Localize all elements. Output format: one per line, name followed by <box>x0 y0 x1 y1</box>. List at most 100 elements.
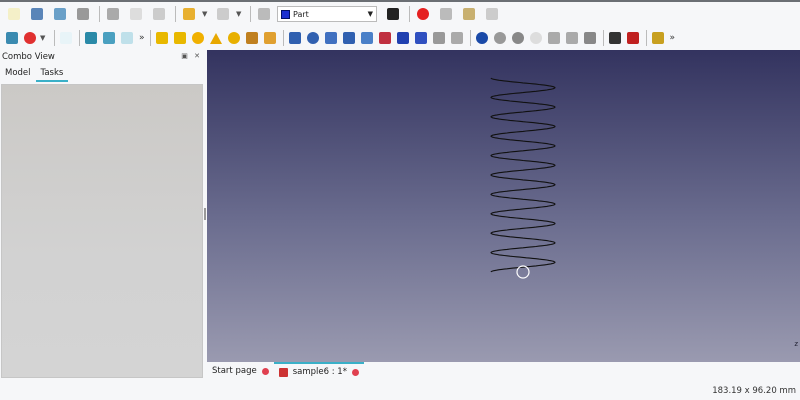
undo-button[interactable] <box>179 4 199 24</box>
boolean-button[interactable] <box>474 28 490 48</box>
compound-button[interactable] <box>564 28 580 48</box>
save-button[interactable] <box>50 4 70 24</box>
more-icon[interactable]: » <box>670 33 676 43</box>
part-cube-icon <box>281 9 290 19</box>
shape-builder-icon <box>263 32 276 44</box>
fuse-icon <box>511 32 524 44</box>
paste-button[interactable] <box>149 4 169 24</box>
helix-endpoint-marker[interactable] <box>516 265 530 279</box>
check-geometry-button[interactable] <box>607 28 623 48</box>
ruled-surface-icon <box>396 32 409 44</box>
defeaturing-button[interactable] <box>625 28 641 48</box>
section-button[interactable] <box>449 28 465 48</box>
new-document-button[interactable] <box>4 4 24 24</box>
cone-button[interactable] <box>208 28 224 48</box>
measure-button[interactable] <box>650 28 666 48</box>
fuse-button[interactable] <box>510 28 526 48</box>
macros-button[interactable] <box>459 4 479 24</box>
loft-button[interactable] <box>413 28 429 48</box>
refresh-button[interactable] <box>254 4 274 24</box>
section-icon <box>450 32 463 44</box>
common-icon <box>529 32 542 44</box>
combo-tabs: Model Tasks <box>0 66 69 82</box>
cone-icon <box>209 32 222 44</box>
make-face-button[interactable] <box>377 28 393 48</box>
tab-tasks[interactable]: Tasks <box>35 66 69 82</box>
whats-this-button[interactable] <box>383 4 403 24</box>
combo-view-dock-buttons[interactable]: ▣ ✕ <box>181 52 202 60</box>
stop-macro-button[interactable] <box>436 4 456 24</box>
isometric-view-button[interactable] <box>58 28 74 48</box>
close-icon[interactable] <box>351 368 359 376</box>
cylinder-button[interactable] <box>172 28 188 48</box>
tab-model[interactable]: Model <box>0 66 36 82</box>
common-button[interactable] <box>528 28 544 48</box>
tab-sample6[interactable]: sample6 : 1* <box>273 362 364 380</box>
paste-icon <box>153 8 165 20</box>
primitives-button[interactable] <box>244 28 260 48</box>
open-icon <box>31 8 43 20</box>
status-dimensions: 183.19 x 96.20 mm <box>712 386 796 396</box>
dropdown-arrow-icon[interactable]: ▼ <box>40 34 48 42</box>
revolve-button[interactable] <box>305 28 321 48</box>
extrude-button[interactable] <box>287 28 303 48</box>
tasks-panel <box>1 84 203 378</box>
redo-button[interactable] <box>213 4 233 24</box>
boolean-icon <box>475 32 488 44</box>
primitives-icon <box>245 32 258 44</box>
record-macro-button[interactable] <box>413 4 433 24</box>
record-macro-icon <box>417 8 429 20</box>
torus-button[interactable] <box>226 28 242 48</box>
print-button[interactable] <box>73 4 93 24</box>
close-icon[interactable] <box>261 367 269 375</box>
chamfer-button[interactable] <box>359 28 375 48</box>
save-icon <box>54 8 66 20</box>
fillet-button[interactable] <box>341 28 357 48</box>
fit-all-button[interactable] <box>4 28 20 48</box>
new-document-icon <box>8 8 20 20</box>
right-view-button[interactable] <box>119 28 135 48</box>
section-cross-button[interactable] <box>546 28 562 48</box>
dropdown-arrow-icon[interactable]: ▼ <box>202 10 210 18</box>
toolbar-separator <box>282 30 284 46</box>
chamfer-icon <box>360 32 373 44</box>
box-icon <box>155 32 168 44</box>
toolbar-separator <box>250 6 251 22</box>
more-icon[interactable]: » <box>139 33 145 43</box>
run-macro-icon <box>486 8 498 20</box>
measure-icon <box>651 32 664 44</box>
toolbar-separator <box>469 30 471 46</box>
cut-button[interactable] <box>103 4 123 24</box>
copy-button[interactable] <box>126 4 146 24</box>
mirror-button[interactable] <box>323 28 339 48</box>
cut-shape-icon <box>493 32 506 44</box>
freecad-document-icon <box>278 367 288 377</box>
open-button[interactable] <box>27 4 47 24</box>
dropdown-arrow-icon[interactable]: ▼ <box>236 10 244 18</box>
helix-drawing <box>490 77 556 279</box>
top-view-button[interactable] <box>101 28 117 48</box>
box-button[interactable] <box>154 28 170 48</box>
splitter-handle[interactable] <box>204 208 206 220</box>
3d-viewport[interactable]: z <box>207 50 800 362</box>
refresh-icon <box>258 8 270 20</box>
run-macro-button[interactable] <box>482 4 502 24</box>
split-button[interactable] <box>582 28 598 48</box>
front-view-button[interactable] <box>83 28 99 48</box>
cut-shape-button[interactable] <box>492 28 508 48</box>
shape-builder-button[interactable] <box>262 28 278 48</box>
toolbar-separator <box>645 30 647 46</box>
main-toolbar: ▼ ▼ Part ▼ <box>0 2 505 26</box>
document-tabs: Start page sample6 : 1* <box>207 362 364 380</box>
fillet-icon <box>342 32 355 44</box>
helix-curve[interactable] <box>490 77 556 273</box>
sweep-icon <box>432 32 445 44</box>
sphere-button[interactable] <box>190 28 206 48</box>
print-icon <box>77 8 89 20</box>
copy-icon <box>130 8 142 20</box>
tab-start-page[interactable]: Start page <box>207 362 274 380</box>
sweep-button[interactable] <box>431 28 447 48</box>
ruled-surface-button[interactable] <box>395 28 411 48</box>
workbench-selector[interactable]: Part ▼ <box>277 6 377 22</box>
draw-style-button[interactable] <box>22 28 38 48</box>
